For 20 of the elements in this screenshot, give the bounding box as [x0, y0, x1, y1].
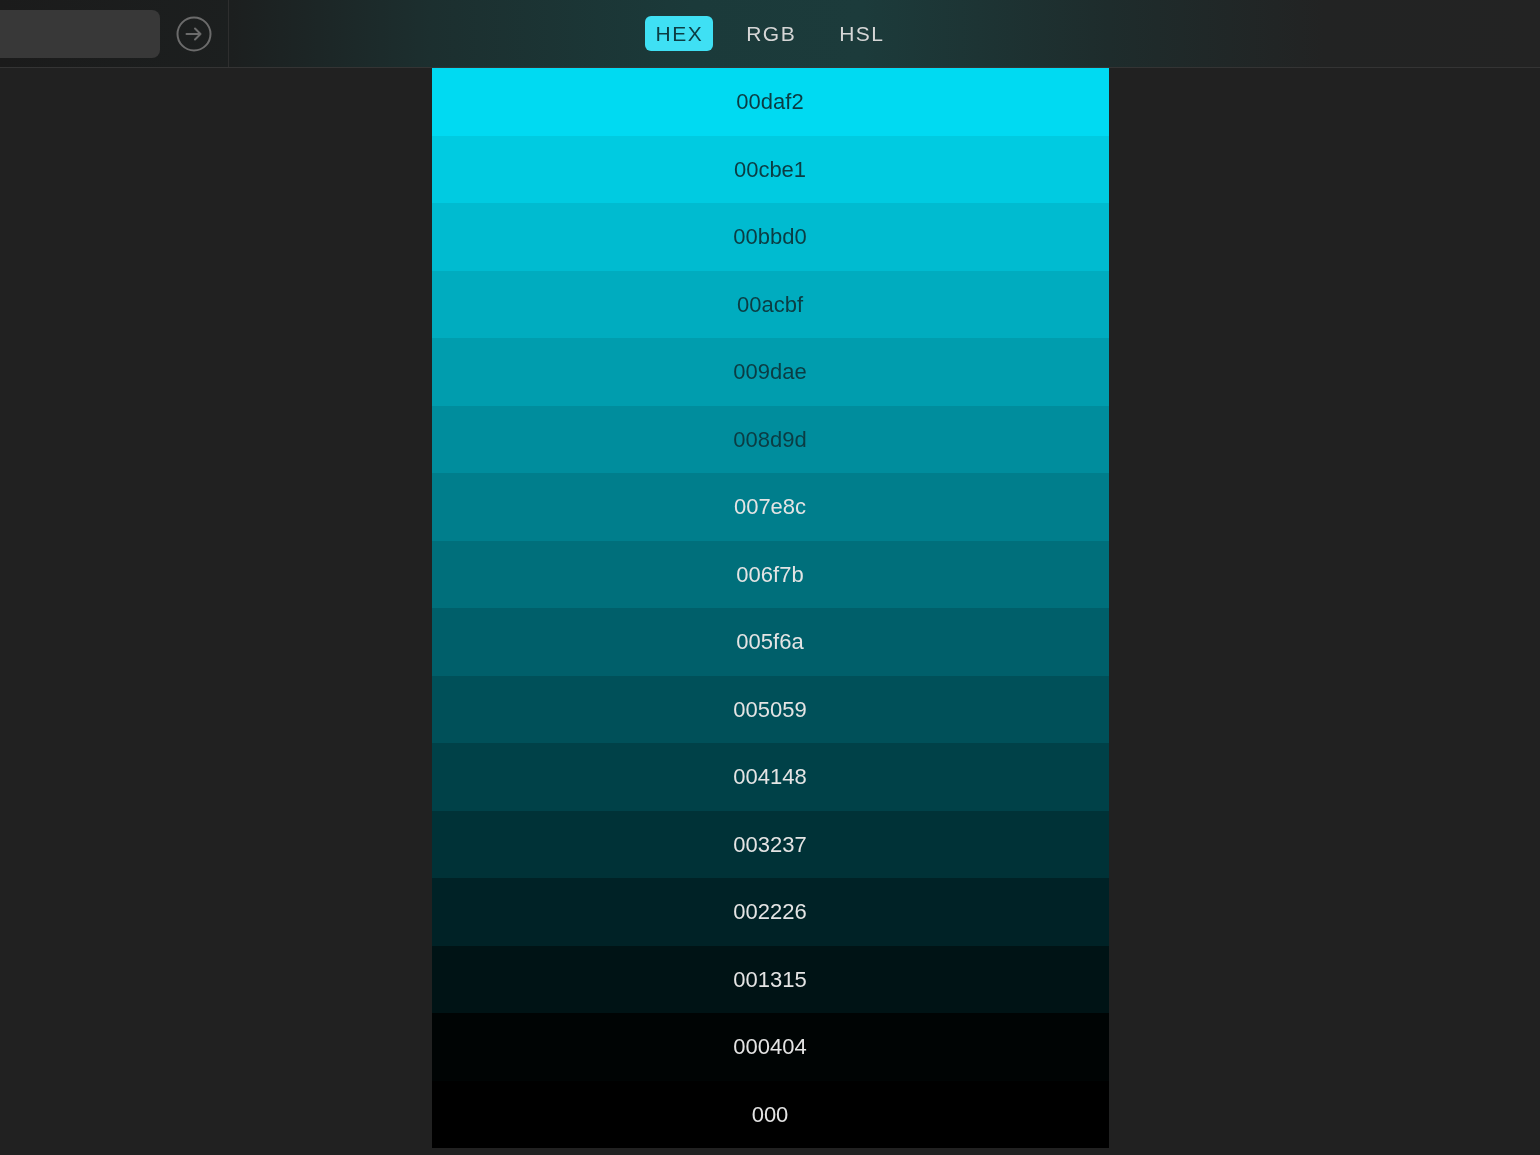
color-swatch[interactable]: 006f7b: [431, 540, 1109, 608]
color-swatch[interactable]: 00acbf: [431, 270, 1109, 338]
color-swatch[interactable]: 00daf2: [431, 68, 1109, 136]
arrow-right-circle-icon[interactable]: [176, 15, 212, 52]
color-swatch[interactable]: 00bbd0: [431, 203, 1109, 271]
color-swatch[interactable]: 009dae: [431, 338, 1109, 406]
color-swatch[interactable]: 000: [431, 1080, 1109, 1148]
color-swatch[interactable]: 005059: [431, 675, 1109, 743]
format-tab[interactable]: HSL: [829, 16, 895, 51]
color-swatch[interactable]: 005f6a: [431, 608, 1109, 676]
format-tab[interactable]: HEX: [645, 16, 714, 51]
color-swatch[interactable]: 007e8c: [431, 473, 1109, 541]
format-tab[interactable]: RGB: [736, 16, 807, 51]
color-swatch[interactable]: 00cbe1: [431, 135, 1109, 203]
color-swatch[interactable]: 004148: [431, 743, 1109, 811]
color-swatch[interactable]: 003237: [431, 810, 1109, 878]
input-field[interactable]: [0, 9, 160, 58]
color-swatch[interactable]: 000404: [431, 1013, 1109, 1081]
color-swatch[interactable]: 001315: [431, 945, 1109, 1013]
color-swatch[interactable]: 002226: [431, 878, 1109, 946]
